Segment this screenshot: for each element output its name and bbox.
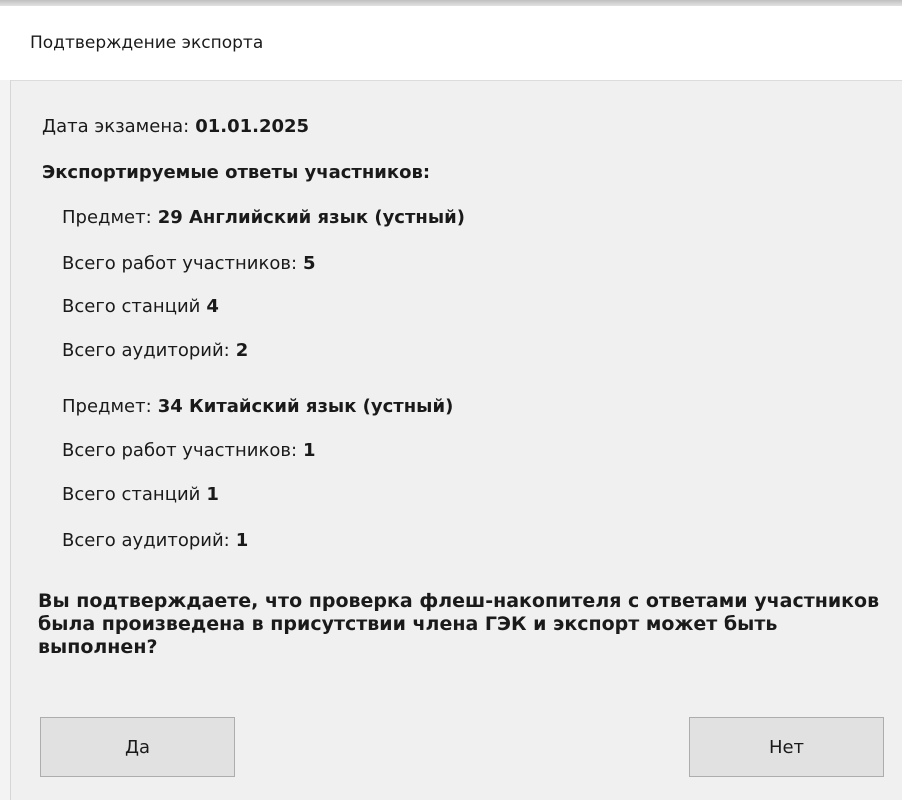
exam-date-label: Дата экзамена: bbox=[42, 116, 190, 137]
stations-count-label: Всего станций bbox=[62, 484, 201, 505]
works-count-label: Всего работ участников: bbox=[62, 253, 298, 274]
stations-count-value: 4 bbox=[206, 296, 219, 317]
yes-button[interactable]: Да bbox=[40, 717, 235, 777]
subject-value: 29 Английский язык (устный) bbox=[157, 207, 465, 228]
stations-count-value: 1 bbox=[206, 484, 219, 505]
rooms-count-value: 2 bbox=[235, 340, 249, 361]
window-title: Подтверждение экспорта bbox=[30, 33, 264, 53]
works-count-row: Всего работ участников: 1 bbox=[62, 440, 316, 461]
works-count-row: Всего работ участников: 5 bbox=[62, 253, 316, 274]
exam-date-row: Дата экзамена: 01.01.2025 bbox=[42, 116, 309, 137]
rooms-count-label: Всего аудиторий: bbox=[62, 340, 230, 361]
subject-label: Предмет: bbox=[62, 207, 152, 228]
stations-count-row: Всего станций 4 bbox=[62, 296, 219, 317]
rooms-count-row: Всего аудиторий: 1 bbox=[62, 530, 248, 551]
subject-row: Предмет: 34 Китайский язык (устный) bbox=[62, 396, 453, 417]
works-count-label: Всего работ участников: bbox=[62, 440, 298, 461]
rooms-count-row: Всего аудиторий: 2 bbox=[62, 340, 248, 361]
section-heading: Экспортируемые ответы участников: bbox=[42, 162, 431, 183]
no-button[interactable]: Нет bbox=[689, 717, 884, 777]
works-count-value: 5 bbox=[303, 253, 316, 274]
export-confirmation-dialog: Подтверждение экспорта Дата экзамена: 01.… bbox=[0, 0, 902, 800]
rooms-count-label: Всего аудиторий: bbox=[62, 530, 230, 551]
exam-date-value: 01.01.2025 bbox=[195, 116, 310, 137]
subject-row: Предмет: 29 Английский язык (устный) bbox=[62, 207, 465, 228]
subject-value: 34 Китайский язык (устный) bbox=[157, 396, 454, 417]
subject-label: Предмет: bbox=[62, 396, 152, 417]
confirmation-question: Вы подтверждаете, что проверка флеш-нако… bbox=[38, 590, 880, 658]
works-count-value: 1 bbox=[303, 440, 316, 461]
rooms-count-value: 1 bbox=[235, 530, 249, 551]
title-bar[interactable]: Подтверждение экспорта bbox=[0, 6, 902, 81]
stations-count-row: Всего станций 1 bbox=[62, 484, 219, 505]
window-left-edge bbox=[0, 80, 11, 800]
stations-count-label: Всего станций bbox=[62, 296, 201, 317]
